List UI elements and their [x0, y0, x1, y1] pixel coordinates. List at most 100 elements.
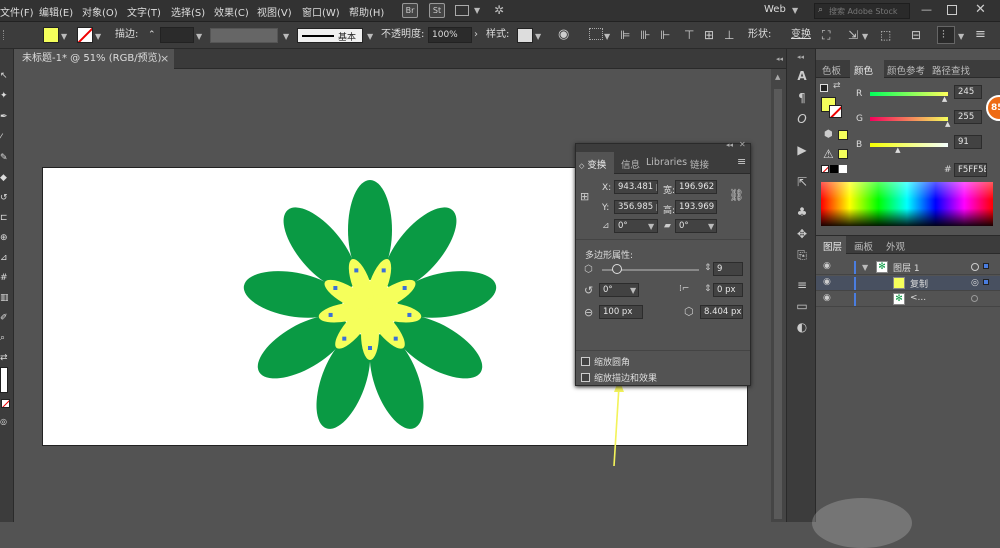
- object-name[interactable]: <...: [910, 293, 926, 303]
- menu-file[interactable]: 文件(F): [0, 4, 34, 19]
- actions-play-icon[interactable]: ▶: [795, 143, 809, 157]
- scale-strokes-checkbox[interactable]: [581, 373, 590, 382]
- red-field[interactable]: 245: [954, 85, 982, 99]
- chevron-down-icon[interactable]: ▼: [862, 32, 868, 41]
- select-similar-icon[interactable]: ⬚: [880, 28, 891, 42]
- hex-field[interactable]: F5FF5B: [954, 163, 987, 177]
- recolor-artwork-icon[interactable]: ◉: [558, 27, 569, 42]
- target-icon[interactable]: [971, 295, 978, 302]
- out-of-web-gamut-icon[interactable]: ⬢: [824, 129, 833, 140]
- green-field[interactable]: 255: [954, 110, 982, 124]
- align-right-icon[interactable]: ⊩: [660, 28, 670, 42]
- rotate-tool-icon[interactable]: ↺: [0, 193, 8, 203]
- panel-close-icon[interactable]: ✕: [739, 140, 746, 149]
- blue-slider[interactable]: [870, 143, 948, 147]
- tab-appearance[interactable]: 外观: [886, 239, 905, 253]
- tab-links[interactable]: 链接: [690, 157, 709, 171]
- width-field[interactable]: 196.962 p: [675, 180, 717, 194]
- notification-badge[interactable]: 85: [986, 95, 1000, 121]
- layer-name[interactable]: 图层 1: [893, 261, 920, 274]
- scale-corners-checkbox[interactable]: [581, 357, 590, 366]
- tab-pathfinder[interactable]: 路径查找: [932, 63, 970, 77]
- sides-field[interactable]: 9: [713, 262, 743, 276]
- transform-icon[interactable]: ⛶: [822, 28, 830, 43]
- menu-type[interactable]: 文字(T): [127, 4, 161, 19]
- zoom-tool-icon[interactable]: ⌕: [0, 333, 5, 343]
- tab-info[interactable]: 信息: [621, 157, 640, 171]
- chevron-down-icon[interactable]: ▼: [862, 263, 868, 272]
- bridge-button[interactable]: Br: [402, 3, 418, 18]
- black-swatch[interactable]: [830, 165, 838, 173]
- sides-stepper[interactable]: ⇕: [704, 263, 712, 273]
- tab-color-guide[interactable]: 颜色参考: [887, 63, 925, 77]
- fill-swatch[interactable]: [43, 27, 59, 43]
- workspace-switcher[interactable]: Web: [764, 4, 786, 15]
- minimize-icon[interactable]: —: [921, 3, 932, 16]
- stroke-weight-stepper[interactable]: ⌃: [148, 27, 156, 43]
- corner-radius-field[interactable]: 0 px: [713, 283, 743, 297]
- tab-color[interactable]: 颜色: [854, 63, 873, 77]
- close-tab-icon[interactable]: ×: [160, 49, 169, 69]
- vertical-scrollbar[interactable]: ▲: [771, 69, 786, 522]
- align-bottom-icon[interactable]: ⊥: [724, 28, 734, 42]
- stroke-panel-icon[interactable]: ≡: [795, 278, 809, 292]
- panel-menu-icon[interactable]: ≡: [975, 27, 986, 42]
- mesh-tool-icon[interactable]: #: [0, 273, 8, 283]
- asset-export-icon[interactable]: ⎘: [795, 248, 809, 262]
- magic-wand-tool-icon[interactable]: ✦: [0, 91, 8, 101]
- eraser-tool-icon[interactable]: ◆: [0, 173, 7, 183]
- chevron-down-icon[interactable]: ▼: [367, 32, 373, 41]
- close-icon[interactable]: ✕: [975, 2, 986, 17]
- graphic-style-swatch[interactable]: [517, 28, 533, 43]
- layer-row[interactable]: ◉ 复制 ◎: [816, 276, 1000, 291]
- perspective-tool-icon[interactable]: ⊿: [0, 253, 8, 263]
- gradient-panel-icon[interactable]: ▭: [795, 299, 809, 313]
- variable-width-profile[interactable]: [210, 28, 278, 43]
- menu-view[interactable]: 视图(V): [257, 4, 292, 19]
- maximize-icon[interactable]: [947, 5, 957, 15]
- default-colors-icon[interactable]: [820, 84, 828, 92]
- corner-stepper[interactable]: ⇕: [704, 284, 712, 294]
- sides-slider-thumb[interactable]: [611, 264, 622, 274]
- menu-effect[interactable]: 效果(C): [214, 4, 249, 19]
- menu-object[interactable]: 对象(O): [82, 4, 118, 19]
- pencil-tool-icon[interactable]: ✎: [0, 153, 8, 163]
- paragraph-panel-icon[interactable]: ¶: [795, 91, 809, 105]
- y-field[interactable]: 356.985 p: [614, 200, 658, 214]
- align-to-icon[interactable]: [589, 28, 603, 40]
- reference-point-icon[interactable]: ⊞: [580, 190, 589, 203]
- stock-button[interactable]: St: [429, 3, 445, 18]
- panel-collapse-icon[interactable]: ◂◂: [726, 141, 733, 149]
- scroll-up-icon[interactable]: ▲: [775, 73, 780, 81]
- brush-definition[interactable]: 基本: [297, 28, 363, 43]
- visibility-eye-icon[interactable]: ◉: [823, 261, 831, 271]
- chevron-down-icon[interactable]: ▼: [283, 32, 289, 41]
- panel-collapse-icon[interactable]: ◂◂: [776, 55, 783, 63]
- white-swatch[interactable]: [839, 165, 847, 173]
- none-swatch[interactable]: [821, 165, 829, 173]
- selection-indicator[interactable]: [983, 263, 989, 269]
- align-panel-icon[interactable]: ⫶: [937, 26, 955, 44]
- direct-selection-tool-icon[interactable]: ↖: [0, 71, 8, 81]
- target-icon[interactable]: [971, 263, 979, 271]
- red-slider[interactable]: [870, 92, 948, 96]
- stock-search-input[interactable]: ⌕ 搜索 Adobe Stock: [814, 3, 910, 19]
- eyedropper-tool-icon[interactable]: ✐: [0, 313, 8, 323]
- chevron-down-icon[interactable]: ▼: [630, 286, 636, 295]
- chevron-down-icon[interactable]: ▼: [61, 32, 67, 41]
- visibility-eye-icon[interactable]: ◉: [823, 293, 831, 303]
- chevron-down-icon[interactable]: ▼: [708, 222, 714, 231]
- tab-artboards[interactable]: 画板: [854, 239, 873, 253]
- opacity-field[interactable]: 100%: [428, 27, 472, 43]
- menu-window[interactable]: 窗口(W): [302, 4, 340, 19]
- constrain-proportions-icon[interactable]: ⛓: [729, 188, 744, 202]
- menu-edit[interactable]: 编辑(E): [39, 4, 73, 19]
- width-tool-icon[interactable]: ⊏: [0, 213, 8, 223]
- polygon-radius-field[interactable]: 100 px: [599, 305, 643, 319]
- red-slider-thumb[interactable]: ▲: [942, 95, 947, 103]
- chevron-down-icon[interactable]: ▼: [535, 32, 541, 41]
- transparency-panel-icon[interactable]: ◐: [795, 320, 809, 334]
- tab-transform[interactable]: ◇ 变换: [579, 157, 606, 171]
- screen-mode-icon[interactable]: ◎: [0, 417, 7, 426]
- tab-swatches[interactable]: 色板: [822, 63, 841, 77]
